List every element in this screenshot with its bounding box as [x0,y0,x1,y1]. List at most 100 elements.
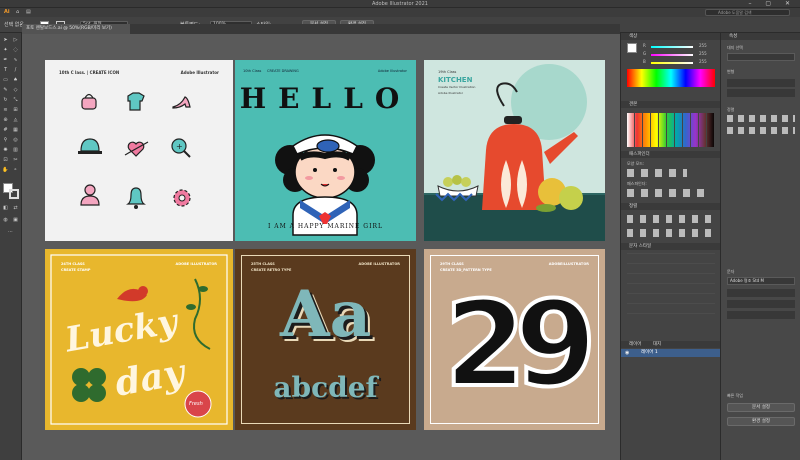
swap-colors-icon[interactable]: ⇄ [12,205,19,212]
curvature-icon[interactable]: ∿ [12,57,19,64]
user-icon [80,184,100,206]
marine-girl-illustration [275,134,375,236]
pathfinder-buttons[interactable] [627,189,707,197]
character-fields[interactable] [727,289,795,319]
hand-tool-icon[interactable]: ✋ [2,167,9,174]
artboard-select[interactable] [727,53,795,61]
artboard-hello[interactable]: 10th Class CREATE DRAWING Adobe Illustra… [235,60,416,241]
shape-builder-icon[interactable]: ⊕ [2,117,9,124]
layout-icon[interactable]: ▤ [26,9,31,15]
pattern-top-right: ADOBEILLUSTRATOR [548,262,589,266]
lasso-icon[interactable]: ◌ [12,47,19,54]
rectangle-tool-icon[interactable]: ▭ [2,77,9,84]
r-slider[interactable] [651,46,693,48]
align-panel-header[interactable]: 정렬 [621,203,720,210]
free-transform-icon[interactable]: ⊞ [12,107,19,114]
pattern-top-left: 29TH CLASS [440,262,464,266]
document-tab[interactable]: 포토 렌탈보드스.ai @ 50%(RGB/미리 보기) [22,24,130,34]
icon-grid: + [78,92,191,209]
graph-tool-icon[interactable]: ▥ [12,147,19,154]
width-tool-icon[interactable]: ≋ [2,107,9,114]
pathfinder-header[interactable]: 패스파인더 [621,151,720,158]
gear-icon [173,189,191,207]
panels-column: 색상 R 255 G 255 B 255 견본 패스파인더 모양 모드: 패스파… [620,33,721,460]
r-label: R [643,43,646,48]
shape-mode-buttons[interactable] [627,169,687,177]
default-colors-icon[interactable]: ◧ [2,205,9,212]
line-tool-icon[interactable]: / [12,67,19,74]
properties-distribute-buttons[interactable] [727,127,795,134]
retro-big-letters: Aa [279,277,372,352]
eraser-icon[interactable]: ◇ [12,87,19,94]
selection-tool-icon[interactable]: ➤ [2,37,9,44]
pen-tool-icon[interactable]: ✒ [2,57,9,64]
window-title: Adobe Illustrator 2021 [372,1,428,7]
char-style-header[interactable]: 문자 스타일 [621,243,720,250]
magic-wand-icon[interactable]: ✦ [2,47,9,54]
fresh-stamp: Fresh [189,401,203,407]
symbol-sprayer-icon[interactable]: ✺ [2,147,9,154]
artboard-kitchen[interactable]: 19th Class KITCHEN Create Vector Illustr… [424,60,605,241]
eyedropper-icon[interactable]: ⚲ [2,137,9,144]
screen-mode-icon[interactable]: ▣ [12,217,19,224]
scale-icon[interactable]: ⤡ [12,97,19,104]
artboard-3d-pattern[interactable]: 29TH CLASS CREATE 3D_PATTERN TYPE ADOBEI… [424,249,605,430]
transform-label: 변형 [727,69,735,74]
search-input[interactable]: Adobe 도움말 검색 [705,9,790,16]
char-style-list[interactable] [627,253,715,323]
color-fill-swatch[interactable] [627,43,637,53]
ai-logo-icon: Ai [4,9,10,15]
layer-row[interactable]: 레이어 1 [621,349,721,357]
b-label: B [643,59,646,64]
props-preferences-button[interactable]: 환경 설정 [727,417,795,426]
zoom-tool-icon[interactable]: ⚬ [12,167,19,174]
pattern-number: 29 [442,273,598,415]
type-tool-icon[interactable]: T [2,67,9,74]
font-family-select[interactable]: Adobe 명조 Std M [727,277,795,285]
layers-panel-header: 레이어 대지 [621,341,720,348]
visibility-eye-icon[interactable]: ◉ [625,350,629,356]
properties-header[interactable]: 속성 [721,33,800,40]
paintbrush-icon[interactable]: ♠ [12,77,19,84]
g-slider[interactable] [651,54,693,56]
r-value[interactable]: 255 [699,43,707,48]
b-value[interactable]: 255 [699,59,707,64]
color-spectrum[interactable] [627,69,715,87]
artboard-tool-icon[interactable]: ⊡ [2,157,9,164]
pencil-icon[interactable]: ✎ [2,87,9,94]
rotate-icon[interactable]: ↻ [2,97,9,104]
title-bar: Adobe Illustrator 2021 – ▢ ✕ [0,0,800,8]
artboard-select-label: 대지 선택 [727,45,743,50]
canvas[interactable]: 10th C lass. | CREATE ICON Adobe Illustr… [22,34,620,460]
swatch-grid[interactable] [627,113,715,147]
artboard-lucky-day[interactable]: 24TH CLASS CREATE STAMP ADOBE ILLUSTRATO… [45,249,233,430]
perspective-icon[interactable]: ◬ [12,117,19,124]
properties-align-buttons[interactable] [727,115,795,122]
slice-icon[interactable]: ✂ [12,157,19,164]
distribute-buttons[interactable] [627,229,715,237]
gradient-icon[interactable]: ▦ [12,127,19,134]
document-tab-bar: 포토 렌탈보드스.ai @ 50%(RGB/미리 보기) [22,24,620,34]
props-doc-setup-button[interactable]: 문서 설정 [727,403,795,412]
swatches-header[interactable]: 견본 [621,101,720,108]
quick-actions-label: 빠른 작업 [727,393,743,398]
artboard-icons[interactable]: 10th C lass. | CREATE ICON Adobe Illustr… [45,60,233,241]
mesh-icon[interactable]: # [2,127,9,134]
blend-icon[interactable]: ◎ [12,137,19,144]
direct-select-tool-icon[interactable]: ▷ [12,37,19,44]
bag-icon [81,93,97,110]
artboard-retro-type[interactable]: 25TH CLASS CREATE RETRO TYPE ADOBE ILLUS… [235,249,416,430]
stroke-color-swatch[interactable] [9,189,19,199]
b-slider[interactable] [651,62,693,64]
home-icon[interactable]: ⌂ [16,9,19,15]
align-buttons[interactable] [627,215,715,223]
more-tools-icon[interactable]: ⋯ [7,229,14,236]
kettle-illustration [424,64,605,241]
layers-tab[interactable]: 레이어 [629,342,641,347]
draw-mode-icon[interactable]: ◍ [2,217,9,224]
artboards-tab[interactable]: 대지 [653,342,661,347]
window-controls[interactable]: – ▢ ✕ [748,0,796,7]
color-panel-header[interactable]: 색상 [621,33,720,40]
g-value[interactable]: 255 [699,51,707,56]
transform-fields[interactable] [727,77,795,97]
